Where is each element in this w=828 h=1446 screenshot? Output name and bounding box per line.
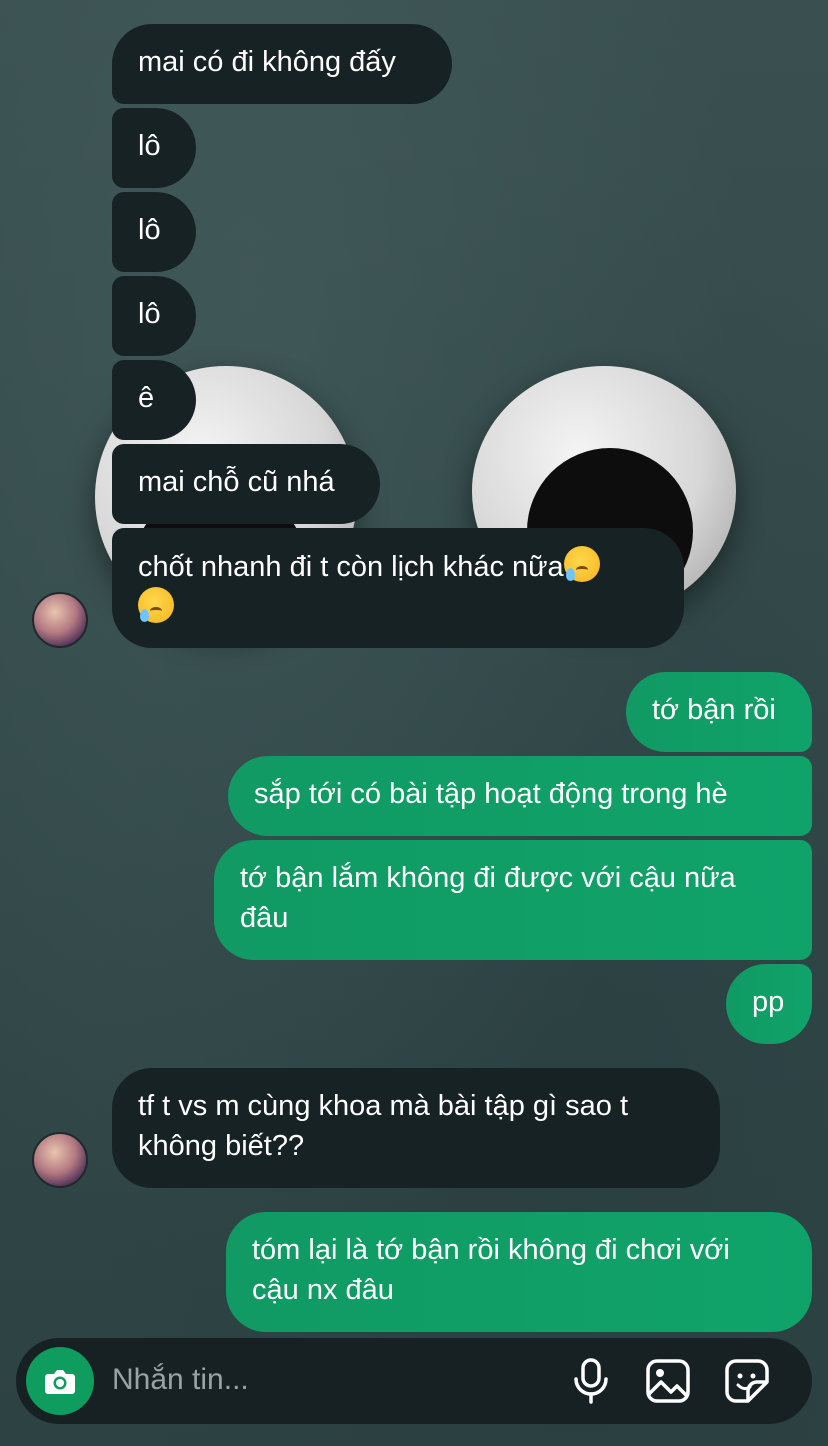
message-sent[interactable]: tóm lại là tớ bận rồi không đi chơi với … <box>226 1212 812 1332</box>
camera-icon <box>45 1370 75 1394</box>
message-received[interactable]: mai chỗ cũ nhá <box>112 444 380 524</box>
message-sent[interactable]: tớ bận lắm không đi được với cậu nữa đâu <box>214 840 812 960</box>
message-sent[interactable]: sắp tới có bài tập hoạt động trong hè <box>228 756 812 836</box>
message-text: ê <box>138 382 155 414</box>
sticker-button[interactable] <box>722 1356 772 1406</box>
message-received[interactable]: mai có đi không đấy <box>112 24 452 104</box>
camera-button[interactable] <box>26 1347 94 1415</box>
crying-face-emoji <box>138 587 174 623</box>
message-text: cậu nx đâu <box>252 1274 394 1306</box>
message-sent[interactable]: pp <box>726 964 812 1044</box>
message-text: tớ bận rồi <box>652 694 776 726</box>
message-text: mai chỗ cũ nhá <box>138 466 335 498</box>
message-text: tf t vs m cùng khoa mà bài tập gì sao t <box>138 1090 629 1122</box>
message-text: mai có đi không đấy <box>138 46 396 78</box>
message-received[interactable]: chốt nhanh đi t còn lịch khác nữa <box>112 528 684 648</box>
message-text: lô <box>138 130 161 162</box>
image-icon <box>646 1359 690 1403</box>
message-received[interactable]: lô <box>112 192 196 272</box>
message-text: pp <box>752 986 785 1018</box>
message-received[interactable]: lô <box>112 276 196 356</box>
message-text: tóm lại là tớ bận rồi không đi chơi với <box>252 1234 730 1266</box>
message-text: tớ bận lắm không đi được với cậu nữa <box>240 862 736 894</box>
contact-avatar[interactable] <box>32 592 88 648</box>
crying-face-emoji <box>563 546 600 582</box>
message-text: sắp tới có bài tập hoạt động trong hè <box>254 778 728 810</box>
contact-avatar[interactable] <box>32 1132 88 1188</box>
message-received[interactable]: lô <box>112 108 196 188</box>
message-text: lô <box>138 298 161 330</box>
sticker-icon <box>725 1359 769 1403</box>
microphone-button[interactable] <box>566 1356 616 1406</box>
message-sent[interactable]: tớ bận rồi <box>626 672 812 752</box>
message-received[interactable]: ê <box>112 360 196 440</box>
message-text: đâu <box>240 902 289 934</box>
message-composer: Nhắn tin... <box>16 1338 812 1424</box>
message-input[interactable]: Nhắn tin... <box>112 1360 249 1400</box>
gallery-button[interactable] <box>643 1356 693 1406</box>
message-text: không biết?? <box>138 1130 305 1162</box>
message-received[interactable]: tf t vs m cùng khoa mà bài tập gì sao t … <box>112 1068 720 1188</box>
message-text: chốt nhanh đi t còn lịch khác nữa <box>138 551 564 583</box>
microphone-icon <box>574 1358 608 1404</box>
message-text: lô <box>138 214 161 246</box>
